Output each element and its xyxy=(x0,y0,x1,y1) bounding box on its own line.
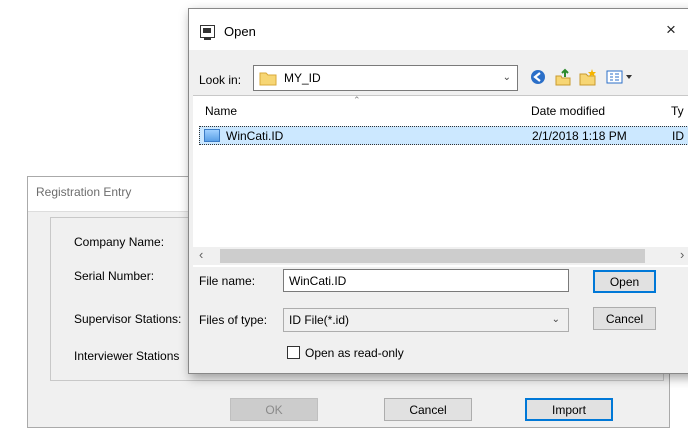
ok-button[interactable]: OK xyxy=(230,398,318,421)
column-header-name[interactable]: Name xyxy=(205,104,237,118)
view-menu-icon[interactable] xyxy=(605,67,635,87)
file-type: ID xyxy=(672,129,684,143)
read-only-label: Open as read-only xyxy=(305,346,404,360)
open-dialog-title: Open xyxy=(224,24,256,39)
scroll-left-icon[interactable]: ‹ xyxy=(199,247,203,262)
files-of-type-label: Files of type: xyxy=(199,313,268,327)
column-header-type[interactable]: Ty xyxy=(671,104,684,118)
file-name-label: File name: xyxy=(199,274,256,288)
file-name: WinCati.ID xyxy=(226,129,284,143)
look-in-label: Look in: xyxy=(199,73,242,87)
sort-caret-icon: ⌃ xyxy=(353,95,361,105)
company-name-label: Company Name: xyxy=(74,235,165,249)
close-icon[interactable]: × xyxy=(666,20,676,40)
registration-cancel-button[interactable]: Cancel xyxy=(384,398,472,421)
registration-title: Registration Entry xyxy=(36,185,132,199)
app-icon xyxy=(200,25,215,40)
folder-icon xyxy=(259,72,277,86)
scroll-right-icon[interactable]: › xyxy=(680,247,684,262)
new-folder-icon[interactable] xyxy=(578,67,598,87)
back-icon[interactable] xyxy=(528,67,548,87)
horizontal-scrollbar[interactable]: ‹ › xyxy=(193,247,688,265)
chevron-down-icon: ⌄ xyxy=(551,314,560,325)
up-folder-icon[interactable] xyxy=(553,67,573,87)
import-button[interactable]: Import xyxy=(525,398,613,421)
file-name-input[interactable]: WinCati.ID xyxy=(283,269,569,292)
look-in-dropdown[interactable]: MY_ID ⌄ xyxy=(253,65,518,91)
file-list[interactable]: Name ⌃ Date modified Ty WinCati.ID 2/1/2… xyxy=(193,95,688,267)
scrollbar-thumb[interactable] xyxy=(220,249,645,263)
open-button[interactable]: Open xyxy=(593,270,656,293)
file-icon xyxy=(204,129,220,142)
checkbox-box[interactable] xyxy=(287,346,300,359)
files-of-type-select[interactable]: ID File(*.id) ⌄ xyxy=(283,308,569,332)
supervisor-stations-label: Supervisor Stations: xyxy=(74,312,182,326)
chevron-down-icon: ⌄ xyxy=(502,72,511,83)
open-cancel-button[interactable]: Cancel xyxy=(593,307,656,330)
open-titlebar: Open × xyxy=(189,9,688,50)
serial-number-label: Serial Number: xyxy=(74,269,155,283)
files-of-type-value: ID File(*.id) xyxy=(289,313,350,327)
file-row[interactable]: WinCati.ID 2/1/2018 1:18 PM ID xyxy=(199,126,688,145)
look-in-value: MY_ID xyxy=(284,71,321,85)
open-dialog: Open × Look in: MY_ID ⌄ Name ⌃ Date modi… xyxy=(188,8,688,374)
column-header-date[interactable]: Date modified xyxy=(531,104,605,118)
interviewer-stations-label: Interviewer Stations xyxy=(74,349,180,363)
file-date: 2/1/2018 1:18 PM xyxy=(532,129,627,143)
